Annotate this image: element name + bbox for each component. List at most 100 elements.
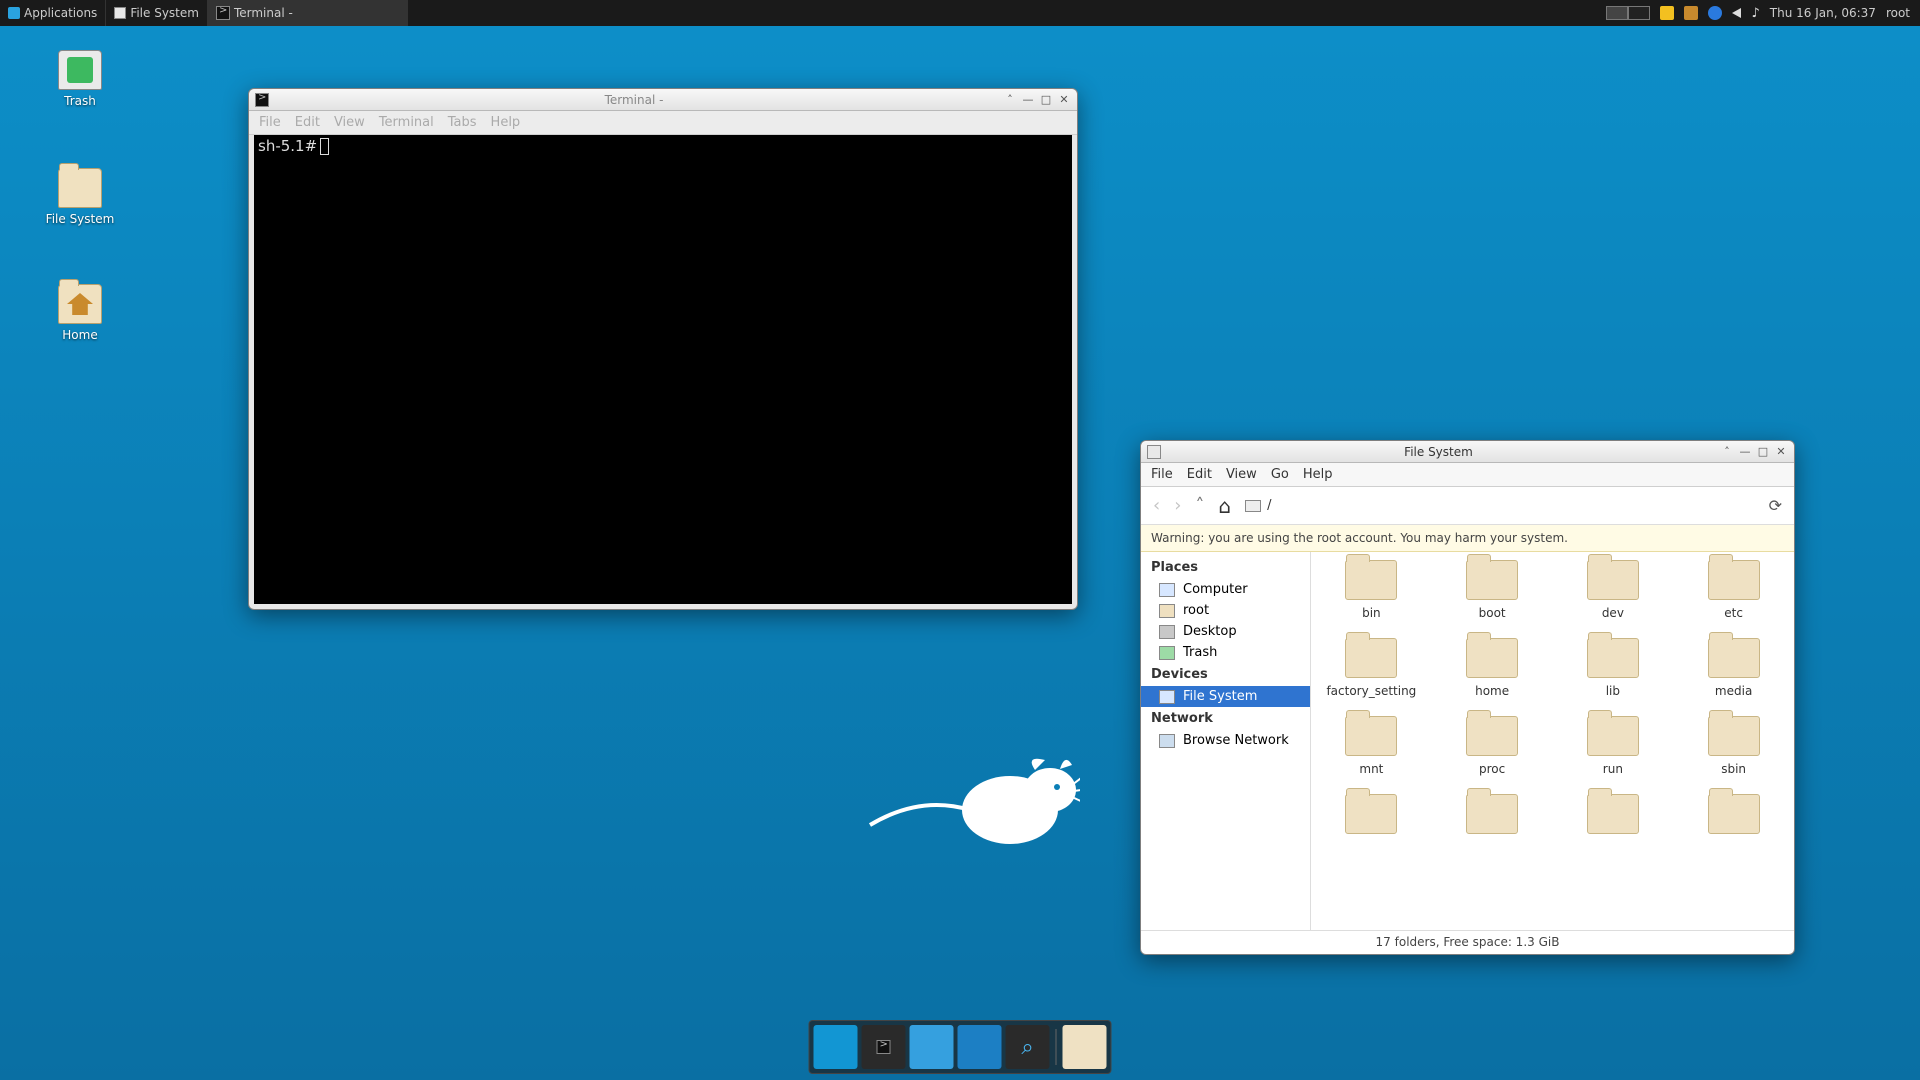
volume-icon[interactable]	[1732, 8, 1741, 18]
mail-icon[interactable]	[1660, 6, 1674, 20]
applications-menu[interactable]: Applications	[0, 0, 106, 26]
close-button[interactable]: ✕	[1774, 445, 1788, 459]
clock[interactable]: Thu 16 Jan, 06:37	[1770, 6, 1876, 20]
workspace-2-icon[interactable]	[1628, 6, 1650, 20]
terminal-icon	[216, 6, 230, 20]
folder-item[interactable]: lib	[1557, 638, 1670, 698]
terminal-icon	[877, 1040, 891, 1054]
fm-content[interactable]: bin boot devetc factory_setting homelib media…	[1311, 552, 1794, 930]
folder-item[interactable]: sbin	[1677, 716, 1790, 776]
menu-view[interactable]: View	[334, 115, 365, 130]
folder-icon	[1345, 716, 1397, 756]
dock-web-browser[interactable]	[958, 1025, 1002, 1069]
fm-titlebar[interactable]: File System ˄ — □ ✕	[1141, 441, 1794, 463]
menu-edit[interactable]: Edit	[295, 115, 320, 130]
menu-help[interactable]: Help	[491, 115, 521, 130]
folder-label: media	[1715, 684, 1752, 698]
sidebar-item-trash[interactable]: Trash	[1141, 642, 1310, 663]
folder-item[interactable]	[1557, 794, 1670, 840]
folder-icon	[1587, 560, 1639, 600]
rollup-button[interactable]: ˄	[1003, 93, 1017, 107]
nav-home-icon[interactable]: ⌂	[1218, 494, 1231, 518]
folder-icon	[1466, 638, 1518, 678]
sidebar-item-desktop[interactable]: Desktop	[1141, 621, 1310, 642]
notification-icon[interactable]: ♪	[1751, 6, 1759, 21]
workspace-switcher[interactable]	[1606, 6, 1650, 20]
folder-item[interactable]: mnt	[1315, 716, 1428, 776]
folder-item[interactable]: etc	[1677, 560, 1790, 620]
folder-icon	[1708, 560, 1760, 600]
terminal-prompt: sh-5.1#	[258, 137, 317, 155]
folder-item[interactable]: run	[1557, 716, 1670, 776]
folder-icon	[1587, 716, 1639, 756]
minimize-button[interactable]: —	[1738, 445, 1752, 459]
menu-file[interactable]: File	[1151, 467, 1173, 482]
terminal-content[interactable]: sh-5.1#	[254, 135, 1072, 604]
fm-titlebar-icon	[1147, 445, 1161, 459]
nav-back-icon[interactable]: ‹	[1153, 495, 1160, 516]
folder-item[interactable]: media	[1677, 638, 1790, 698]
user-label[interactable]: root	[1886, 6, 1910, 20]
search-icon: ⌕	[1021, 1035, 1033, 1060]
folder-label: boot	[1479, 606, 1506, 620]
terminal-cursor	[320, 138, 329, 155]
folder-item[interactable]: proc	[1436, 716, 1549, 776]
folder-item[interactable]	[1315, 794, 1428, 840]
desktop-filesystem[interactable]: File System	[35, 168, 125, 226]
computer-icon	[1159, 583, 1175, 597]
sidebar-item-filesystem[interactable]: File System	[1141, 686, 1310, 707]
menu-file[interactable]: File	[259, 115, 281, 130]
minimize-button[interactable]: —	[1021, 93, 1035, 107]
system-tray: ♪ Thu 16 Jan, 06:37 root	[1650, 6, 1920, 21]
location-bar[interactable]: /	[1245, 498, 1271, 513]
folder-label: factory_setting	[1326, 684, 1416, 698]
maximize-button[interactable]: □	[1039, 93, 1053, 107]
folder-icon	[1587, 794, 1639, 834]
folder-icon	[1345, 794, 1397, 834]
taskbar-filesystem-label: File System	[130, 6, 199, 20]
sidebar-item-computer[interactable]: Computer	[1141, 579, 1310, 600]
rollup-button[interactable]: ˄	[1720, 445, 1734, 459]
nav-up-icon[interactable]: ˄	[1195, 495, 1204, 516]
folder-icon	[1466, 560, 1518, 600]
desktop-trash[interactable]: Trash	[35, 50, 125, 108]
package-icon[interactable]	[1684, 6, 1698, 20]
bluetooth-icon[interactable]	[1708, 6, 1722, 20]
folder-item[interactable]: home	[1436, 638, 1549, 698]
menu-tabs[interactable]: Tabs	[448, 115, 477, 130]
filesystem-icon	[114, 7, 126, 19]
folder-item[interactable]: factory_setting	[1315, 638, 1428, 698]
maximize-button[interactable]: □	[1756, 445, 1770, 459]
desktop-home[interactable]: Home	[35, 284, 125, 342]
dock-show-desktop[interactable]	[814, 1025, 858, 1069]
sidebar-label: Desktop	[1183, 624, 1237, 639]
menu-view[interactable]: View	[1226, 467, 1257, 482]
terminal-titlebar[interactable]: Terminal - ˄ — □ ✕	[249, 89, 1077, 111]
taskbar-item-terminal[interactable]: Terminal -	[208, 0, 408, 26]
fm-sidebar: Places Computer root Desktop Trash Devic…	[1141, 552, 1311, 930]
folder-item[interactable]: dev	[1557, 560, 1670, 620]
taskbar-item-filesystem[interactable]: File System	[106, 0, 208, 26]
dock: ⌕	[809, 1020, 1112, 1074]
folder-item[interactable]: bin	[1315, 560, 1428, 620]
nav-forward-icon[interactable]: ›	[1174, 495, 1181, 516]
menu-terminal[interactable]: Terminal	[379, 115, 434, 130]
terminal-titlebar-icon	[255, 93, 269, 107]
sidebar-label: File System	[1183, 689, 1257, 704]
dock-app-finder[interactable]: ⌕	[1006, 1025, 1050, 1069]
reload-icon[interactable]: ⟳	[1769, 496, 1782, 515]
sidebar-item-browse-network[interactable]: Browse Network	[1141, 730, 1310, 751]
close-button[interactable]: ✕	[1057, 93, 1071, 107]
dock-home-folder[interactable]	[1063, 1025, 1107, 1069]
folder-label: mnt	[1359, 762, 1383, 776]
dock-terminal[interactable]	[862, 1025, 906, 1069]
folder-item[interactable]	[1436, 794, 1549, 840]
folder-item[interactable]	[1677, 794, 1790, 840]
folder-item[interactable]: boot	[1436, 560, 1549, 620]
menu-edit[interactable]: Edit	[1187, 467, 1212, 482]
dock-file-manager[interactable]	[910, 1025, 954, 1069]
menu-help[interactable]: Help	[1303, 467, 1333, 482]
workspace-1-icon[interactable]	[1606, 6, 1628, 20]
sidebar-item-root[interactable]: root	[1141, 600, 1310, 621]
menu-go[interactable]: Go	[1271, 467, 1289, 482]
